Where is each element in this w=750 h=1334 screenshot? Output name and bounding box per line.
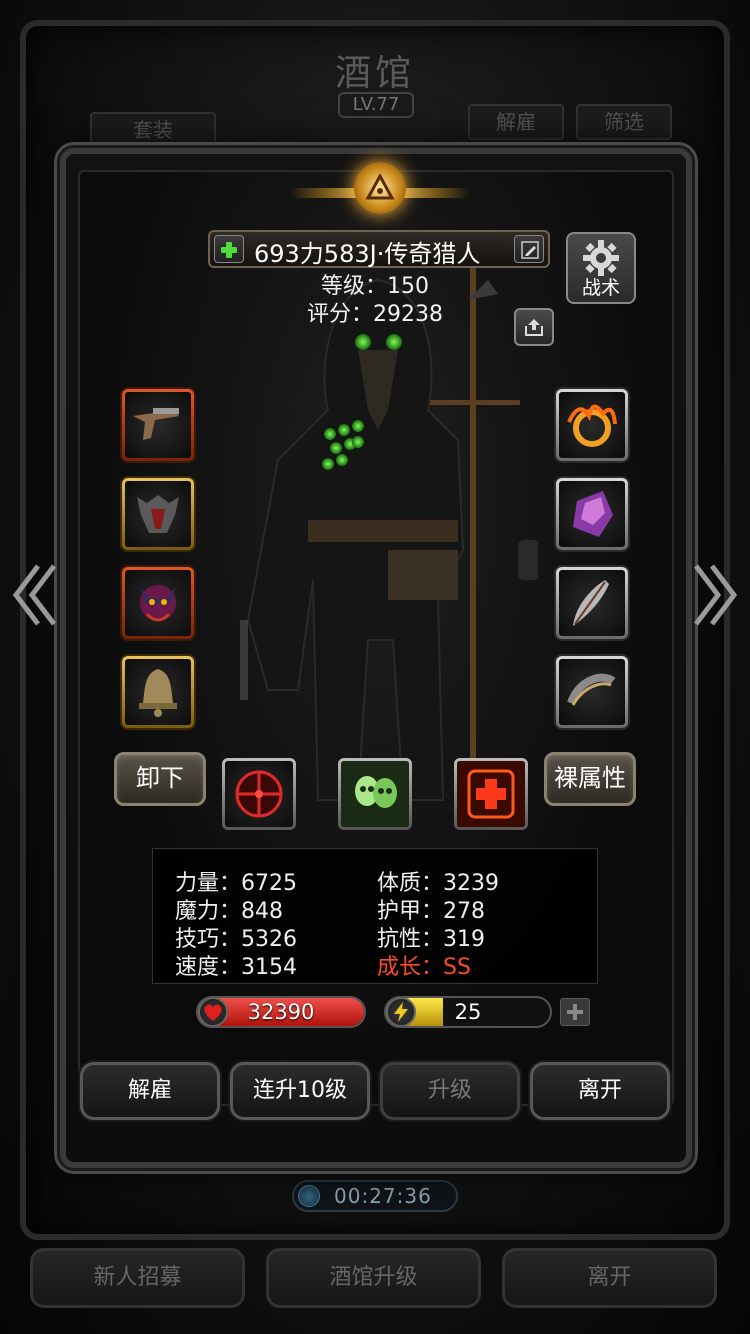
equip-slot-bracelet[interactable] <box>556 656 628 728</box>
silver-feather-icon <box>573 580 609 626</box>
tactics-button[interactable]: 战术 <box>566 232 636 304</box>
stats-panel: 力量：6725 魔力：848 技巧：5326 速度：3154 体质：3239 护… <box>152 848 598 984</box>
stat-speed: 速度：3154 <box>175 955 297 980</box>
edit-name-button[interactable] <box>514 235 544 263</box>
previous-hero-arrow[interactable] <box>10 562 60 628</box>
filter-button[interactable]: 筛选 <box>576 104 672 140</box>
hp-value: 32390 <box>247 1000 315 1024</box>
crosshair-skill-icon <box>235 770 283 818</box>
stat-growth: 成长：SS <box>377 955 471 980</box>
tavern-level: LV.77 <box>338 92 414 118</box>
leave-button[interactable]: 离开 <box>530 1062 670 1120</box>
equip-slot-weapon[interactable] <box>122 389 194 461</box>
equip-slot-armor[interactable] <box>122 478 194 550</box>
timer-text: 00:27:36 <box>334 1184 432 1208</box>
equip-slot-ring[interactable] <box>556 389 628 461</box>
emblem-icon <box>290 162 470 224</box>
base-attributes-button[interactable]: 裸属性 <box>544 752 636 806</box>
level-up-10-button[interactable]: 连升10级 <box>230 1062 370 1120</box>
skill-slot-2[interactable] <box>338 758 412 830</box>
bronze-bell-icon <box>139 669 177 717</box>
add-attribute-button[interactable] <box>214 235 244 263</box>
clock-icon <box>298 1185 320 1207</box>
skill-slot-3[interactable] <box>454 758 528 830</box>
flintlock-pistol-icon <box>133 408 179 440</box>
pencil-icon <box>521 241 539 259</box>
recruit-button[interactable]: 新人招募 <box>30 1248 245 1308</box>
equip-slot-trinket[interactable] <box>122 656 194 728</box>
skill-slot-1[interactable] <box>222 758 296 830</box>
hp-bar: 32390 <box>196 996 366 1028</box>
tavern-upgrade-button[interactable]: 酒馆升级 <box>266 1248 481 1308</box>
demon-amulet-icon <box>140 585 176 622</box>
flame-ring-icon <box>567 404 617 447</box>
hero-name: 693力583J·传奇猎人 <box>254 240 481 268</box>
unequip-button[interactable]: 卸下 <box>114 752 206 806</box>
upload-icon <box>525 319 543 336</box>
tactics-label: 战术 <box>581 277 620 299</box>
skull-skill-icon <box>341 761 409 827</box>
hero-score: 评分：29238 <box>307 302 443 327</box>
equip-slot-gem[interactable] <box>556 478 628 550</box>
tavern-title: 酒馆 <box>334 53 415 94</box>
set-button[interactable]: 套装 <box>90 112 216 148</box>
next-hero-arrow[interactable] <box>690 562 740 628</box>
timer: 00:27:36 <box>292 1180 458 1212</box>
gear-icon <box>583 240 619 276</box>
add-energy-button[interactable] <box>560 998 590 1026</box>
equip-slot-feather[interactable] <box>556 567 628 639</box>
bone-bracelet-icon <box>567 673 616 706</box>
heal-cross-skill-icon <box>457 761 525 827</box>
energy-bar: 25 <box>384 996 552 1028</box>
equip-slot-amulet[interactable] <box>122 567 194 639</box>
spiked-armor-icon <box>137 495 179 533</box>
hero-name-bar: 693力583J·传奇猎人 <box>208 230 550 268</box>
bg-dismiss-button[interactable]: 解雇 <box>468 104 564 140</box>
level-up-button[interactable]: 升级 <box>380 1062 520 1120</box>
share-button[interactable] <box>514 308 554 346</box>
energy-value: 25 <box>454 1000 482 1024</box>
dismiss-button[interactable]: 解雇 <box>80 1062 220 1120</box>
purple-crystal-icon <box>573 491 613 537</box>
bg-leave-button[interactable]: 离开 <box>502 1248 717 1308</box>
